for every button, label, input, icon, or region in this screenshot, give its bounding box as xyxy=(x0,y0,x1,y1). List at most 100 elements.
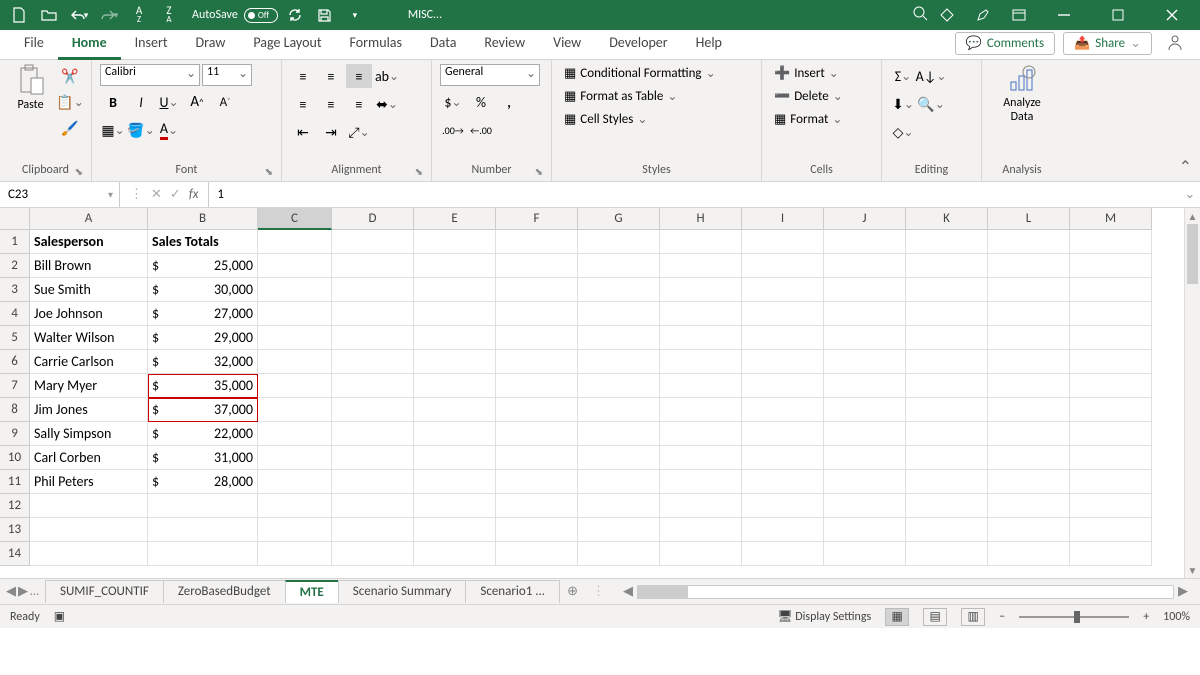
cell-A1[interactable]: Salesperson xyxy=(30,230,148,254)
align-center-icon[interactable]: ≡ xyxy=(318,92,344,116)
zoom-slider[interactable] xyxy=(1019,616,1129,618)
row-header-2[interactable]: 2 xyxy=(0,254,30,278)
cell-M11[interactable] xyxy=(1070,470,1152,494)
cell-E13[interactable] xyxy=(414,518,496,542)
column-header-H[interactable]: H xyxy=(660,208,742,230)
cell-E6[interactable] xyxy=(414,350,496,374)
cell-I1[interactable] xyxy=(742,230,824,254)
sheet-nav-prev-icon[interactable]: ◀ xyxy=(6,584,16,599)
cell-I8[interactable] xyxy=(742,398,824,422)
cell-J10[interactable] xyxy=(824,446,906,470)
font-launcher[interactable]: ⬊ xyxy=(265,165,273,178)
cell-B8[interactable]: $37,000 xyxy=(148,398,258,422)
cell-K12[interactable] xyxy=(906,494,988,518)
cell-B4[interactable]: $27,000 xyxy=(148,302,258,326)
row-header-10[interactable]: 10 xyxy=(0,446,30,470)
row-header-11[interactable]: 11 xyxy=(0,470,30,494)
font-name-select[interactable]: Calibri xyxy=(100,64,200,86)
cell-D11[interactable] xyxy=(332,470,414,494)
cell-C3[interactable] xyxy=(258,278,332,302)
scroll-down-icon[interactable]: ▼ xyxy=(1185,562,1200,578)
cell-C1[interactable] xyxy=(258,230,332,254)
zoom-level[interactable]: 100% xyxy=(1163,610,1190,624)
decrease-font-icon[interactable]: Aˇ xyxy=(212,90,238,114)
cell-J6[interactable] xyxy=(824,350,906,374)
cell-F4[interactable] xyxy=(496,302,578,326)
row-header-5[interactable]: 5 xyxy=(0,326,30,350)
cell-M12[interactable] xyxy=(1070,494,1152,518)
page-break-view-icon[interactable]: ▥ xyxy=(961,608,985,626)
cell-E14[interactable] xyxy=(414,542,496,566)
cell-I14[interactable] xyxy=(742,542,824,566)
cell-A3[interactable]: Sue Smith xyxy=(30,278,148,302)
align-bottom-icon[interactable]: ≡ xyxy=(346,64,372,88)
fill-color-icon[interactable]: 🪣 xyxy=(128,118,154,142)
cell-J8[interactable] xyxy=(824,398,906,422)
cell-F11[interactable] xyxy=(496,470,578,494)
cell-D14[interactable] xyxy=(332,542,414,566)
cell-E7[interactable] xyxy=(414,374,496,398)
pen-icon[interactable] xyxy=(970,2,996,28)
cell-B13[interactable] xyxy=(148,518,258,542)
sheet-tab-scenario-summary[interactable]: Scenario Summary xyxy=(338,580,467,603)
cell-C2[interactable] xyxy=(258,254,332,278)
cell-G9[interactable] xyxy=(578,422,660,446)
cell-J11[interactable] xyxy=(824,470,906,494)
refresh-icon[interactable] xyxy=(282,2,308,28)
minimize-button[interactable] xyxy=(1042,0,1086,30)
cell-J13[interactable] xyxy=(824,518,906,542)
cell-L4[interactable] xyxy=(988,302,1070,326)
cell-K14[interactable] xyxy=(906,542,988,566)
cell-J7[interactable] xyxy=(824,374,906,398)
cell-B11[interactable]: $28,000 xyxy=(148,470,258,494)
cell-C9[interactable] xyxy=(258,422,332,446)
decrease-indent-icon[interactable]: ⇤ xyxy=(290,120,316,144)
row-header-6[interactable]: 6 xyxy=(0,350,30,374)
cell-I7[interactable] xyxy=(742,374,824,398)
merge-icon[interactable]: ⬌ xyxy=(374,92,400,116)
cell-L1[interactable] xyxy=(988,230,1070,254)
cell-F13[interactable] xyxy=(496,518,578,542)
italic-button[interactable]: I xyxy=(128,90,154,114)
tab-formulas[interactable]: Formulas xyxy=(336,30,416,59)
row-header-13[interactable]: 13 xyxy=(0,518,30,542)
comma-format-icon[interactable]: , xyxy=(496,90,522,114)
column-header-C[interactable]: C xyxy=(258,208,332,230)
cell-B14[interactable] xyxy=(148,542,258,566)
cell-D7[interactable] xyxy=(332,374,414,398)
cell-A11[interactable]: Phil Peters xyxy=(30,470,148,494)
column-header-L[interactable]: L xyxy=(988,208,1070,230)
page-layout-view-icon[interactable]: ▤ xyxy=(923,608,947,626)
cell-I11[interactable] xyxy=(742,470,824,494)
cell-G5[interactable] xyxy=(578,326,660,350)
scroll-up-icon[interactable]: ▲ xyxy=(1185,208,1200,224)
cell-K11[interactable] xyxy=(906,470,988,494)
cell-I4[interactable] xyxy=(742,302,824,326)
cell-A2[interactable]: Bill Brown xyxy=(30,254,148,278)
cell-J14[interactable] xyxy=(824,542,906,566)
analyze-data-button[interactable]: Analyze Data xyxy=(990,64,1054,124)
cell-H12[interactable] xyxy=(660,494,742,518)
align-middle-icon[interactable]: ≡ xyxy=(318,64,344,88)
diamond-icon[interactable] xyxy=(934,2,960,28)
column-header-M[interactable]: M xyxy=(1070,208,1152,230)
cell-H10[interactable] xyxy=(660,446,742,470)
cell-F7[interactable] xyxy=(496,374,578,398)
cell-B1[interactable]: Sales Totals xyxy=(148,230,258,254)
cell-H8[interactable] xyxy=(660,398,742,422)
cell-D1[interactable] xyxy=(332,230,414,254)
cell-M14[interactable] xyxy=(1070,542,1152,566)
cell-F3[interactable] xyxy=(496,278,578,302)
cell-G14[interactable] xyxy=(578,542,660,566)
cell-A5[interactable]: Walter Wilson xyxy=(30,326,148,350)
cell-K1[interactable] xyxy=(906,230,988,254)
row-header-7[interactable]: 7 xyxy=(0,374,30,398)
new-file-icon[interactable] xyxy=(6,2,32,28)
cell-A6[interactable]: Carrie Carlson xyxy=(30,350,148,374)
fx-icon[interactable]: fx xyxy=(189,187,199,202)
cell-J1[interactable] xyxy=(824,230,906,254)
cell-E4[interactable] xyxy=(414,302,496,326)
tab-review[interactable]: Review xyxy=(470,30,539,59)
formula-x-icon[interactable]: ✕ xyxy=(151,187,162,202)
cell-I12[interactable] xyxy=(742,494,824,518)
